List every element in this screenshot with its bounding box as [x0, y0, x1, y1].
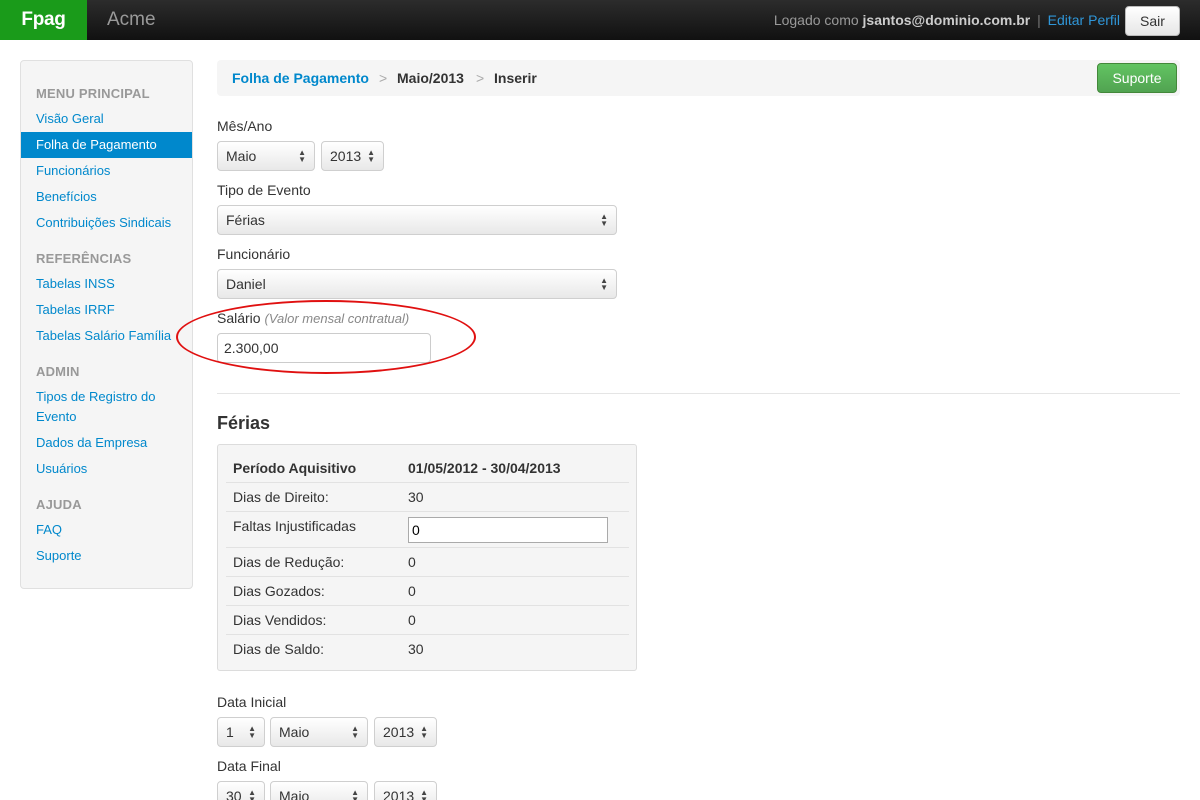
start-day-select[interactable]: 1 ▲ ▼ — [217, 717, 265, 747]
breadcrumb-maio-2013: Maio/2013 — [397, 70, 464, 86]
period-value: 01/05/2012 - 30/04/2013 — [408, 460, 561, 476]
row-label: Dias Vendidos: — [233, 612, 327, 628]
breadcrumb-separator: > — [379, 70, 388, 86]
annotation-ellipse — [176, 300, 476, 374]
row-value: 30 — [408, 489, 424, 505]
sidebar-item-suporte[interactable]: Suporte — [36, 546, 186, 566]
sidebar-item-folha-de-pagamento[interactable]: Folha de Pagamento — [21, 132, 192, 158]
sidebar-item-tabelas-irrf[interactable]: Tabelas IRRF — [36, 300, 186, 320]
sidebar-header-referencias: REFERÊNCIAS — [36, 251, 132, 266]
employee-value: Daniel — [226, 276, 266, 292]
end-month-select[interactable]: Maio ▲ ▼ — [270, 781, 368, 800]
nav-separator: | — [1037, 12, 1041, 28]
event-type-label: Tipo de Evento — [217, 182, 311, 198]
period-label: Período Aquisitivo — [233, 460, 357, 476]
select-arrows-icon: ▲ ▼ — [420, 724, 428, 740]
support-button[interactable]: Suporte — [1097, 63, 1177, 93]
table-row: Dias de Direito: 30 — [226, 483, 629, 512]
table-row: Dias de Redução: 0 — [226, 548, 629, 577]
start-month-value: Maio — [279, 724, 310, 740]
row-label: Dias de Saldo: — [233, 641, 325, 657]
start-year-value: 2013 — [383, 724, 415, 740]
user-email: jsantos@dominio.com.br — [862, 12, 1031, 28]
table-row: Dias Gozados: 0 — [226, 577, 629, 606]
start-year-select[interactable]: 2013 ▲ ▼ — [374, 717, 437, 747]
row-value: 0 — [408, 612, 416, 628]
breadcrumb-folha-de-pagamento[interactable]: Folha de Pagamento — [232, 60, 369, 96]
start-day-value: 1 — [226, 724, 234, 740]
select-arrows-icon: ▲ ▼ — [248, 724, 256, 740]
month-year-label: Mês/Ano — [217, 118, 273, 134]
end-day-value: 30 — [226, 788, 242, 800]
end-day-select[interactable]: 30 ▲ ▼ — [217, 781, 265, 800]
sidebar-header-ajuda: AJUDA — [36, 497, 82, 512]
select-arrows-icon: ▲ ▼ — [351, 788, 359, 800]
edit-profile-link[interactable]: Editar Perfil — [1048, 12, 1120, 28]
select-arrows-icon: ▲ ▼ — [367, 148, 375, 164]
row-label: Faltas Injustificadas — [233, 518, 356, 534]
employee-select[interactable]: Daniel ▲ ▼ — [217, 269, 617, 299]
ferias-table: Período Aquisitivo 01/05/2012 - 30/04/20… — [217, 444, 637, 671]
row-value: 30 — [408, 641, 424, 657]
table-row: Período Aquisitivo 01/05/2012 - 30/04/20… — [226, 453, 629, 483]
ferias-title: Férias — [217, 413, 271, 433]
sidebar-item-usuarios[interactable]: Usuários — [36, 459, 186, 479]
year-select[interactable]: 2013 ▲ ▼ — [321, 141, 384, 171]
breadcrumb-inserir: Inserir — [494, 70, 537, 86]
faltas-injustificadas-input[interactable]: 0 — [408, 517, 608, 543]
row-value: 0 — [408, 554, 416, 570]
sidebar-item-contribuicoes-sindicais[interactable]: Contribuições Sindicais — [36, 213, 186, 233]
employee-label: Funcionário — [217, 246, 291, 262]
end-year-value: 2013 — [383, 788, 415, 800]
top-navbar: Fpag Acme Logado como jsantos@dominio.co… — [0, 0, 1200, 40]
end-date-label: Data Final — [217, 758, 281, 774]
sidebar-item-beneficios[interactable]: Benefícios — [36, 187, 186, 207]
sidebar-header-admin: ADMIN — [36, 364, 80, 379]
start-date-label: Data Inicial — [217, 694, 287, 710]
table-row: Dias Vendidos: 0 — [226, 606, 629, 635]
select-arrows-icon: ▲ ▼ — [600, 212, 608, 228]
company-name: Acme — [107, 9, 156, 30]
sidebar-item-funcionarios[interactable]: Funcionários — [36, 161, 186, 181]
sidebar-item-faq[interactable]: FAQ — [36, 520, 186, 540]
month-select-value: Maio — [226, 148, 257, 164]
select-arrows-icon: ▲ ▼ — [298, 148, 306, 164]
month-select[interactable]: Maio ▲ ▼ — [217, 141, 315, 171]
select-arrows-icon: ▲ ▼ — [351, 724, 359, 740]
row-label: Dias de Direito: — [233, 489, 329, 505]
brand-logo[interactable]: Fpag — [0, 0, 87, 40]
sidebar-item-tabelas-salario-familia[interactable]: Tabelas Salário Família — [36, 326, 186, 346]
logged-as-text: Logado como — [773, 12, 859, 28]
end-year-select[interactable]: 2013 ▲ ▼ — [374, 781, 437, 800]
event-type-select[interactable]: Férias ▲ ▼ — [217, 205, 617, 235]
table-row: Dias de Saldo: 30 — [226, 635, 629, 664]
section-divider — [217, 393, 1180, 394]
select-arrows-icon: ▲ ▼ — [420, 788, 428, 800]
row-label: Dias de Redução: — [233, 554, 345, 570]
sidebar-header-main-menu: MENU PRINCIPAL — [36, 86, 150, 101]
select-arrows-icon: ▲ ▼ — [600, 276, 608, 292]
row-value: 0 — [408, 583, 416, 599]
sidebar-item-tabelas-inss[interactable]: Tabelas INSS — [36, 274, 186, 294]
breadcrumb: Folha de Pagamento > Maio/2013 > Inserir — [217, 60, 1180, 96]
row-label: Dias Gozados: — [233, 583, 325, 599]
breadcrumb-separator: > — [476, 70, 485, 86]
sidebar-item-tipos-de-registro[interactable]: Tipos de Registro do Evento — [36, 387, 186, 427]
start-month-select[interactable]: Maio ▲ ▼ — [270, 717, 368, 747]
sidebar-item-dados-da-empresa[interactable]: Dados da Empresa — [36, 433, 186, 453]
end-month-value: Maio — [279, 788, 310, 800]
user-info: Logado como jsantos@dominio.com.br | Edi… — [774, 0, 1120, 40]
select-arrows-icon: ▲ ▼ — [248, 788, 256, 800]
year-select-value: 2013 — [330, 148, 362, 164]
event-type-value: Férias — [226, 212, 265, 228]
logout-button[interactable]: Sair — [1125, 6, 1180, 36]
sidebar-item-visao-geral[interactable]: Visão Geral — [36, 109, 186, 129]
sidebar: MENU PRINCIPAL Visão Geral Folha de Paga… — [20, 60, 193, 589]
